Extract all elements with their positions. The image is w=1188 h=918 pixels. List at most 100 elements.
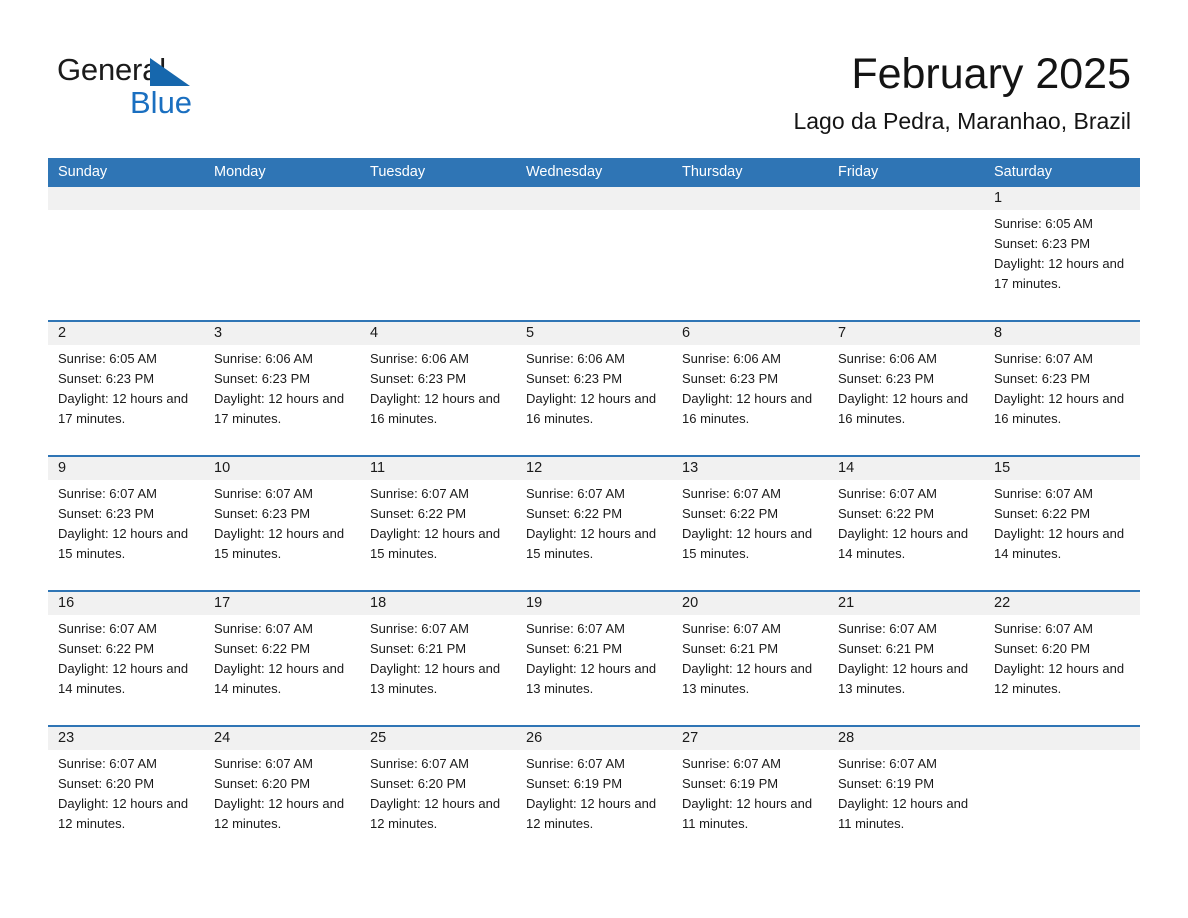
sunrise-text: Sunrise: 6:06 AM — [682, 351, 781, 366]
calendar-day-cell[interactable]: 22 Sunrise: 6:07 AM Sunset: 6:20 PM Dayligh… — [984, 592, 1140, 725]
day-number-band: 4 — [360, 322, 516, 345]
sunrise-text: Sunrise: 6:07 AM — [526, 756, 625, 771]
calendar-day-cell[interactable]: 19 Sunrise: 6:07 AM Sunset: 6:21 PM Dayligh… — [516, 592, 672, 725]
sunset-text: Sunset: 6:19 PM — [682, 776, 779, 791]
calendar-day-cell[interactable]: 8 Sunrise: 6:07 AM Sunset: 6:23 PM Daylight… — [984, 322, 1140, 455]
sunrise-text: Sunrise: 6:07 AM — [526, 486, 625, 501]
sunset-text: Sunset: 6:23 PM — [370, 371, 467, 386]
calendar-day-cell[interactable]: 9 Sunrise: 6:07 AM Sunset: 6:23 PM Daylight… — [48, 457, 204, 590]
calendar-day-cell[interactable]: 25 Sunrise: 6:07 AM Sunset: 6:20 PM Dayligh… — [360, 727, 516, 860]
weekday-header-monday: Monday — [214, 164, 266, 180]
day-number-band: 9 — [48, 457, 204, 480]
calendar-day-cell[interactable]: 24 Sunrise: 6:07 AM Sunset: 6:20 PM Dayligh… — [204, 727, 360, 860]
title-block: February 2025 Lago da Pedra, Maranhao, B… — [793, 48, 1131, 135]
day-details: Sunrise: 6:07 AM Sunset: 6:19 PM Daylight:… — [516, 750, 672, 834]
calendar-day-cell[interactable]: 26 Sunrise: 6:07 AM Sunset: 6:19 PM Dayligh… — [516, 727, 672, 860]
daylight-text: Daylight: 12 hours and 13 minutes. — [526, 661, 657, 696]
page-header: General Blue February 2025 Lago da Pedra… — [0, 0, 1188, 158]
day-number-band — [984, 727, 1140, 750]
day-number-band: 10 — [204, 457, 360, 480]
calendar-day-cell[interactable]: 23 Sunrise: 6:07 AM Sunset: 6:20 PM Dayligh… — [48, 727, 204, 860]
calendar-week-row: 1 Sunrise: 6:05 AM Sunset: 6:23 PM Daylight… — [48, 187, 1140, 320]
day-number: 24 — [214, 730, 231, 746]
sunset-text: Sunset: 6:21 PM — [370, 641, 467, 656]
day-number: 6 — [682, 325, 691, 341]
calendar-day-cell[interactable]: 13 Sunrise: 6:07 AM Sunset: 6:22 PM Dayligh… — [672, 457, 828, 590]
day-number-band: 15 — [984, 457, 1140, 480]
sunset-text: Sunset: 6:23 PM — [994, 371, 1091, 386]
calendar-day-cell[interactable]: 1 Sunrise: 6:05 AM Sunset: 6:23 PM Daylight… — [984, 187, 1140, 320]
weekday-header-tuesday: Tuesday — [370, 164, 426, 180]
daylight-text: Daylight: 12 hours and 13 minutes. — [682, 661, 813, 696]
calendar-day-cell[interactable]: 27 Sunrise: 6:07 AM Sunset: 6:19 PM Dayligh… — [672, 727, 828, 860]
calendar-day-cell[interactable]: 18 Sunrise: 6:07 AM Sunset: 6:21 PM Dayligh… — [360, 592, 516, 725]
calendar-day-cell[interactable]: 3 Sunrise: 6:06 AM Sunset: 6:23 PM Daylight… — [204, 322, 360, 455]
day-number: 19 — [526, 595, 543, 611]
sunset-text: Sunset: 6:21 PM — [526, 641, 623, 656]
day-details: Sunrise: 6:07 AM Sunset: 6:20 PM Daylight:… — [48, 750, 204, 834]
calendar-week-row: 2 Sunrise: 6:05 AM Sunset: 6:23 PM Daylight… — [48, 320, 1140, 455]
calendar-day-cell[interactable]: 15 Sunrise: 6:07 AM Sunset: 6:22 PM Dayligh… — [984, 457, 1140, 590]
day-number-band: 22 — [984, 592, 1140, 615]
sunrise-text: Sunrise: 6:07 AM — [838, 486, 937, 501]
calendar-day-cell[interactable]: 11 Sunrise: 6:07 AM Sunset: 6:22 PM Dayligh… — [360, 457, 516, 590]
day-number: 28 — [838, 730, 855, 746]
calendar-day-cell[interactable]: 14 Sunrise: 6:07 AM Sunset: 6:22 PM Dayligh… — [828, 457, 984, 590]
day-number: 15 — [994, 460, 1011, 476]
day-number: 5 — [526, 325, 535, 341]
daylight-text: Daylight: 12 hours and 16 minutes. — [838, 391, 969, 426]
daylight-text: Daylight: 12 hours and 14 minutes. — [58, 661, 189, 696]
sunrise-text: Sunrise: 6:07 AM — [370, 486, 469, 501]
calendar-day-cell[interactable]: 7 Sunrise: 6:06 AM Sunset: 6:23 PM Daylight… — [828, 322, 984, 455]
day-details: Sunrise: 6:07 AM Sunset: 6:22 PM Daylight:… — [984, 480, 1140, 564]
day-number: 1 — [994, 190, 1003, 206]
calendar-day-cell[interactable]: 21 Sunrise: 6:07 AM Sunset: 6:21 PM Dayligh… — [828, 592, 984, 725]
day-number-band: 23 — [48, 727, 204, 750]
calendar-day-cell[interactable]: 4 Sunrise: 6:06 AM Sunset: 6:23 PM Daylight… — [360, 322, 516, 455]
day-details: Sunrise: 6:06 AM Sunset: 6:23 PM Daylight:… — [516, 345, 672, 429]
calendar-day-cell[interactable]: 16 Sunrise: 6:07 AM Sunset: 6:22 PM Dayligh… — [48, 592, 204, 725]
calendar-day-cell[interactable]: 6 Sunrise: 6:06 AM Sunset: 6:23 PM Daylight… — [672, 322, 828, 455]
day-number: 11 — [370, 460, 386, 476]
day-number: 16 — [58, 595, 75, 611]
day-details: Sunrise: 6:07 AM Sunset: 6:19 PM Daylight:… — [828, 750, 984, 834]
sunset-text: Sunset: 6:19 PM — [526, 776, 623, 791]
sunrise-text: Sunrise: 6:07 AM — [370, 621, 469, 636]
calendar-day-cell[interactable]: 10 Sunrise: 6:07 AM Sunset: 6:23 PM Dayligh… — [204, 457, 360, 590]
sunset-text: Sunset: 6:23 PM — [526, 371, 623, 386]
day-details: Sunrise: 6:06 AM Sunset: 6:23 PM Daylight:… — [672, 345, 828, 429]
day-number-band — [204, 187, 360, 210]
daylight-text: Daylight: 12 hours and 11 minutes. — [838, 796, 969, 831]
weekday-header-thursday: Thursday — [682, 164, 743, 180]
day-number-band: 14 — [828, 457, 984, 480]
day-number-band: 18 — [360, 592, 516, 615]
day-details: Sunrise: 6:07 AM Sunset: 6:23 PM Daylight:… — [48, 480, 204, 564]
day-number: 7 — [838, 325, 847, 341]
calendar-grid: Sunday Monday Tuesday Wednesday Thursday Frid… — [48, 158, 1140, 860]
calendar-day-cell[interactable]: 5 Sunrise: 6:06 AM Sunset: 6:23 PM Daylight… — [516, 322, 672, 455]
day-details: Sunrise: 6:05 AM Sunset: 6:23 PM Daylight:… — [48, 345, 204, 429]
day-number: 14 — [838, 460, 855, 476]
weekday-header-sunday: Sunday — [58, 164, 108, 180]
sunset-text: Sunset: 6:20 PM — [214, 776, 311, 791]
sunrise-text: Sunrise: 6:07 AM — [214, 756, 313, 771]
sunset-text: Sunset: 6:22 PM — [58, 641, 155, 656]
calendar-day-cell[interactable]: 12 Sunrise: 6:07 AM Sunset: 6:22 PM Dayligh… — [516, 457, 672, 590]
page-subtitle: Lago da Pedra, Maranhao, Brazil — [793, 108, 1131, 134]
sunrise-text: Sunrise: 6:05 AM — [58, 351, 157, 366]
day-number: 26 — [526, 730, 543, 746]
calendar-day-cell[interactable]: 17 Sunrise: 6:07 AM Sunset: 6:22 PM Dayligh… — [204, 592, 360, 725]
sunset-text: Sunset: 6:20 PM — [994, 641, 1091, 656]
calendar-day-cell[interactable]: 20 Sunrise: 6:07 AM Sunset: 6:21 PM Dayligh… — [672, 592, 828, 725]
calendar-day-cell[interactable]: 2 Sunrise: 6:05 AM Sunset: 6:23 PM Daylight… — [48, 322, 204, 455]
daylight-text: Daylight: 12 hours and 16 minutes. — [682, 391, 813, 426]
daylight-text: Daylight: 12 hours and 17 minutes. — [214, 391, 345, 426]
day-number: 22 — [994, 595, 1011, 611]
calendar-day-cell[interactable]: 28 Sunrise: 6:07 AM Sunset: 6:19 PM Dayligh… — [828, 727, 984, 860]
day-number: 20 — [682, 595, 699, 611]
calendar-day-cell-empty — [672, 187, 828, 320]
day-number: 12 — [526, 460, 543, 476]
sunset-text: Sunset: 6:23 PM — [214, 506, 311, 521]
sunrise-text: Sunrise: 6:07 AM — [214, 486, 313, 501]
sunrise-text: Sunrise: 6:07 AM — [994, 621, 1093, 636]
